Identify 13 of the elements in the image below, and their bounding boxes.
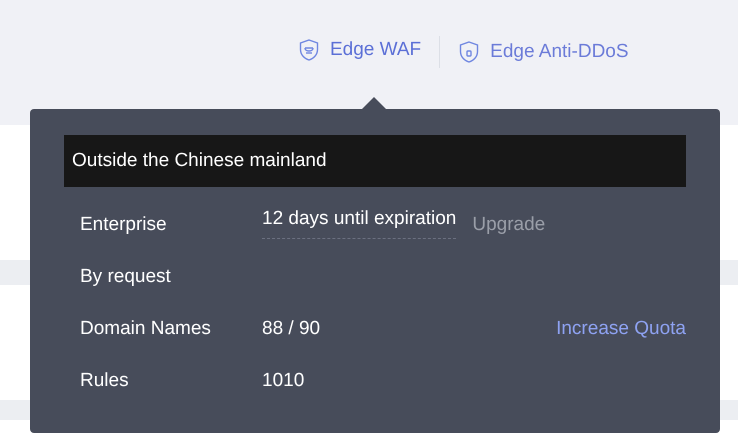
row-label: By request (80, 264, 172, 289)
nav-tab[interactable]: Edge Anti-DDoS (458, 38, 629, 66)
row-label: Domain Names (80, 316, 212, 341)
expiration-text: 12 days until expiration (262, 205, 456, 239)
shield-icon (458, 40, 480, 64)
row-value: 88 / 90 (262, 316, 320, 341)
region-header: Outside the Chinese mainland (64, 135, 686, 187)
row-label: Enterprise (80, 212, 168, 237)
row-value: 1010 (262, 368, 304, 393)
row-label: Rules (80, 368, 130, 393)
action-link[interactable]: Increase Quota (556, 314, 686, 344)
nav-tab[interactable]: Edge WAF (298, 36, 422, 64)
shield-icon (298, 38, 320, 62)
